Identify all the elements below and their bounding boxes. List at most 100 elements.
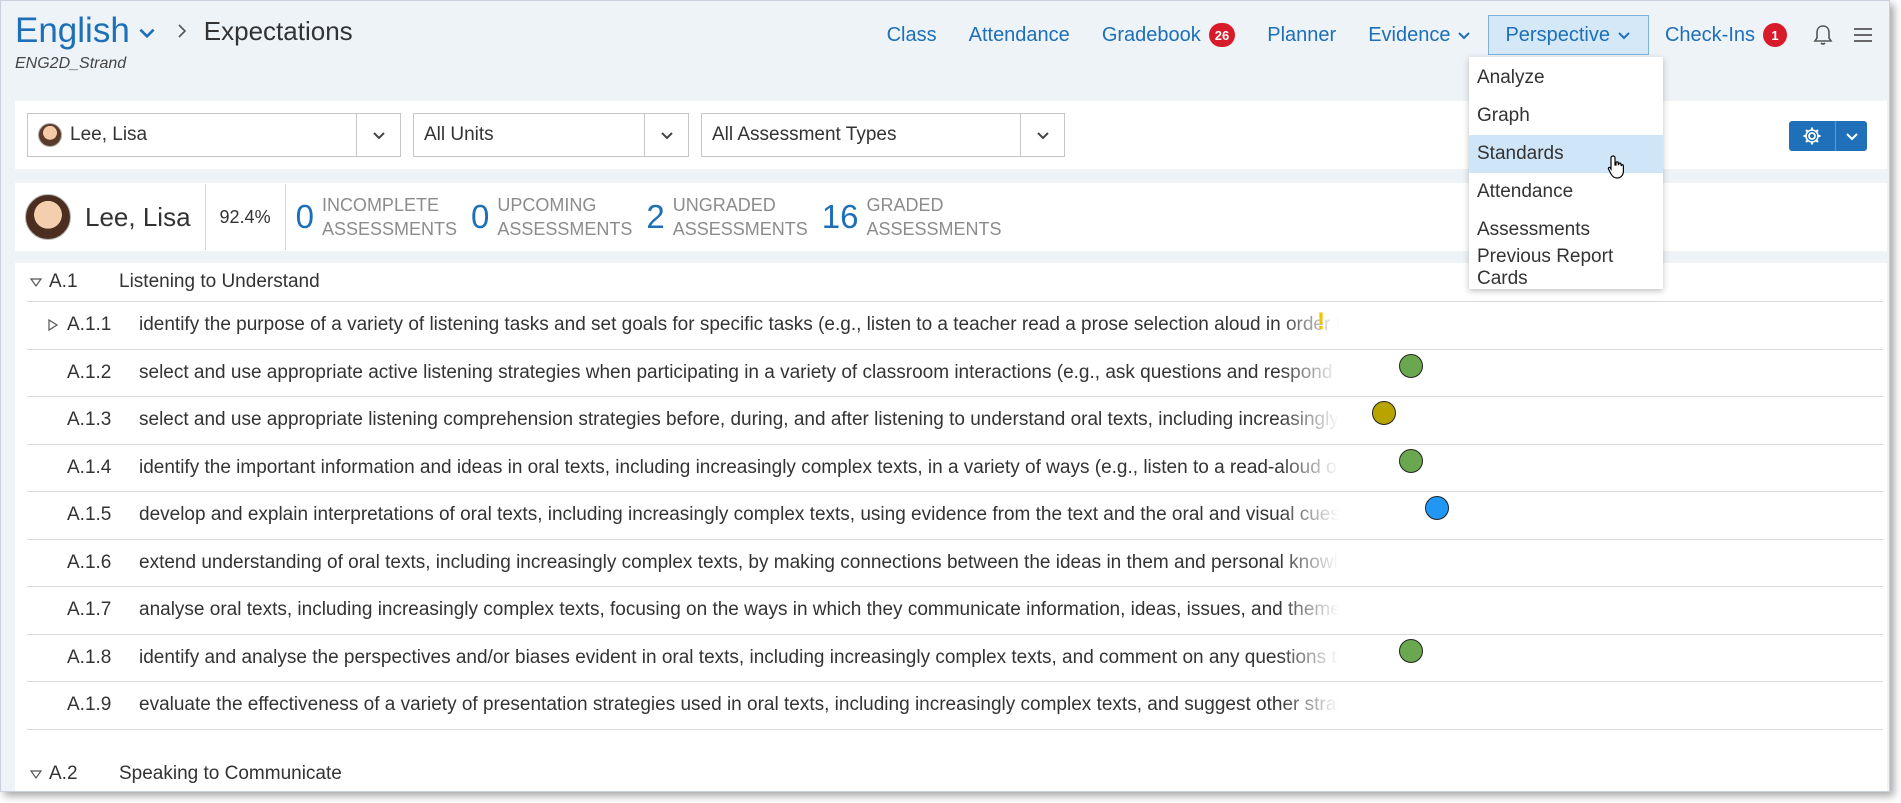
expectation-description: identify the important information and i… xyxy=(139,456,1339,479)
assessment-types-select[interactable]: All Assessment Types xyxy=(701,113,1065,157)
stat-upcoming[interactable]: 0 UPCOMING ASSESSMENTS xyxy=(471,193,632,241)
nav-class[interactable]: Class xyxy=(871,15,953,55)
units-select[interactable]: All Units xyxy=(413,113,689,157)
achievement-dot[interactable] xyxy=(1399,353,1423,378)
hand-cursor-icon xyxy=(1607,155,1624,179)
chevron-down-icon xyxy=(1845,133,1858,141)
expectation-code: A.1.5 xyxy=(67,504,112,525)
caret-right-icon[interactable] xyxy=(47,318,67,332)
achievement-dot[interactable] xyxy=(1399,448,1423,473)
student-name: Lee, Lisa xyxy=(85,201,191,232)
nav-attendance-label: Attendance xyxy=(968,23,1070,46)
expectation-row[interactable]: A.1.5 develop and explain interpretations… xyxy=(27,491,1883,538)
expectation-description: select and use appropriate active listen… xyxy=(139,361,1339,384)
expectation-code: A.1.4 xyxy=(67,456,112,478)
top-nav: Class Attendance Gradebook 26 Planner Evi… xyxy=(871,15,1889,55)
menu-item-graph[interactable]: Graph xyxy=(1469,97,1663,135)
strand-title: Listening to Understand xyxy=(119,271,320,292)
expectation-code: A.1.6 xyxy=(67,551,112,573)
perspective-menu: Analyze Graph Standards Attendance Asses… xyxy=(1469,57,1663,289)
expectation-code: A.1.7 xyxy=(67,599,112,620)
strand-header[interactable]: A.1 Listening to Understand xyxy=(29,263,320,301)
expectation-row[interactable]: A.1.4 identify the important information … xyxy=(27,443,1883,491)
nav-checkins-label: Check-Ins xyxy=(1664,23,1755,46)
student-select-value: Lee, Lisa xyxy=(70,124,148,145)
chevron-down-icon xyxy=(372,132,385,140)
expectation-description: select and use appropriate listening com… xyxy=(139,409,1339,431)
divider xyxy=(284,184,286,250)
nav-evidence-label: Evidence xyxy=(1368,23,1451,46)
chevron-down-icon xyxy=(1618,32,1630,40)
nav-perspective[interactable]: Perspective xyxy=(1488,15,1649,55)
nav-attendance[interactable]: Attendance xyxy=(953,15,1086,55)
warning-icon[interactable]: ! xyxy=(1317,308,1325,336)
expectation-description: extend understanding of oral texts, incl… xyxy=(139,551,1339,574)
stat-number: 0 xyxy=(295,198,314,235)
course-code: ENG2D_Strand xyxy=(15,55,127,72)
units-select-value: All Units xyxy=(424,124,494,145)
expectation-code: A.1.8 xyxy=(67,646,112,668)
caret-down-icon[interactable] xyxy=(29,767,43,781)
student-photo xyxy=(25,194,71,240)
expectation-code: A.1.9 xyxy=(67,694,112,715)
stat-label: INCOMPLETE ASSESSMENTS xyxy=(321,195,457,239)
chevron-down-icon xyxy=(1458,32,1471,40)
expectation-row[interactable]: A.1.7 analyse oral texts, including incre… xyxy=(27,586,1883,633)
gear-icon xyxy=(1803,127,1821,145)
expectation-row[interactable]: A.1.6 extend understanding of oral texts,… xyxy=(27,538,1883,586)
menu-button[interactable] xyxy=(1843,15,1883,55)
menu-item-assessments[interactable]: Assessments xyxy=(1469,211,1663,249)
nav-checkins[interactable]: Check-Ins 1 xyxy=(1649,15,1803,55)
stat-label: UNGRADED ASSESSMENTS xyxy=(672,195,808,239)
checkins-badge: 1 xyxy=(1763,23,1787,47)
nav-planner[interactable]: Planner xyxy=(1251,15,1352,55)
strand-code: A.2 xyxy=(49,763,78,784)
stat-ungraded[interactable]: 2 UNGRADED ASSESSMENTS xyxy=(646,193,807,241)
student-select[interactable]: Lee, Lisa xyxy=(27,113,401,157)
menu-item-analyze[interactable]: Analyze xyxy=(1469,59,1663,97)
menu-item-standards[interactable]: Standards xyxy=(1469,135,1663,173)
expectation-row[interactable]: A.1.3 select and use appropriate listenin… xyxy=(27,396,1883,443)
expectation-code: A.1.2 xyxy=(67,361,112,383)
expectations-table: A.1 Listening to Understand A.1.1 identif… xyxy=(15,263,1887,791)
nav-planner-label: Planner xyxy=(1267,23,1337,46)
divider xyxy=(204,184,206,250)
nav-gradebook[interactable]: Gradebook 26 xyxy=(1086,15,1251,55)
expectation-row[interactable]: A.1.8 identify and analyse the perspectiv… xyxy=(27,633,1883,681)
expectation-description: identify the purpose of a variety of lis… xyxy=(139,314,1339,336)
hamburger-icon xyxy=(1854,28,1872,42)
assessment-types-value: All Assessment Types xyxy=(712,124,897,145)
caret-down-icon[interactable] xyxy=(29,275,43,289)
settings-dropdown-button[interactable] xyxy=(1835,121,1867,151)
expectation-row[interactable]: A.1.2 select and use appropriate active l… xyxy=(27,348,1883,396)
divider xyxy=(27,728,1883,730)
menu-item-previous-report-cards[interactable]: Previous Report Cards xyxy=(1469,246,1663,289)
strand-header[interactable]: A.2 Speaking to Communicate xyxy=(29,755,342,791)
chevron-down-icon xyxy=(1036,132,1049,140)
expectation-description: develop and explain interpretations of o… xyxy=(139,504,1339,526)
achievement-dot[interactable] xyxy=(1372,401,1396,425)
achievement-dot[interactable] xyxy=(1399,638,1423,663)
gradebook-badge: 26 xyxy=(1208,23,1236,47)
stat-incomplete[interactable]: 0 INCOMPLETE ASSESSMENTS xyxy=(296,193,457,241)
settings-button[interactable] xyxy=(1789,121,1835,151)
strand-title: Speaking to Communicate xyxy=(119,763,342,784)
chevron-down-icon xyxy=(660,132,673,140)
expectation-description: identify and analyse the perspectives an… xyxy=(139,646,1339,669)
expectation-row[interactable]: A.1.1 identify the purpose of a variety o… xyxy=(27,301,1883,348)
expectation-row[interactable]: A.1.9 evaluate the effectiveness of a var… xyxy=(27,681,1883,728)
chevron-down-icon[interactable] xyxy=(136,22,158,44)
app-window: English Expectations ENG2D_Strand Class … xyxy=(0,0,1890,792)
stat-number: 2 xyxy=(646,198,665,235)
nav-evidence[interactable]: Evidence xyxy=(1352,15,1488,55)
achievement-dot[interactable] xyxy=(1425,496,1449,520)
nav-class-label: Class xyxy=(886,23,937,46)
settings-button-group xyxy=(1789,121,1867,151)
course-selector[interactable]: English xyxy=(15,11,130,51)
stat-number: 0 xyxy=(470,198,490,235)
notifications-button[interactable] xyxy=(1803,15,1843,55)
menu-item-attendance[interactable]: Attendance xyxy=(1469,173,1663,211)
expectation-description: evaluate the effectiveness of a variety … xyxy=(139,694,1339,716)
stat-graded[interactable]: 16 GRADED ASSESSMENTS xyxy=(822,193,1002,241)
expectation-code: A.1.3 xyxy=(67,409,112,430)
